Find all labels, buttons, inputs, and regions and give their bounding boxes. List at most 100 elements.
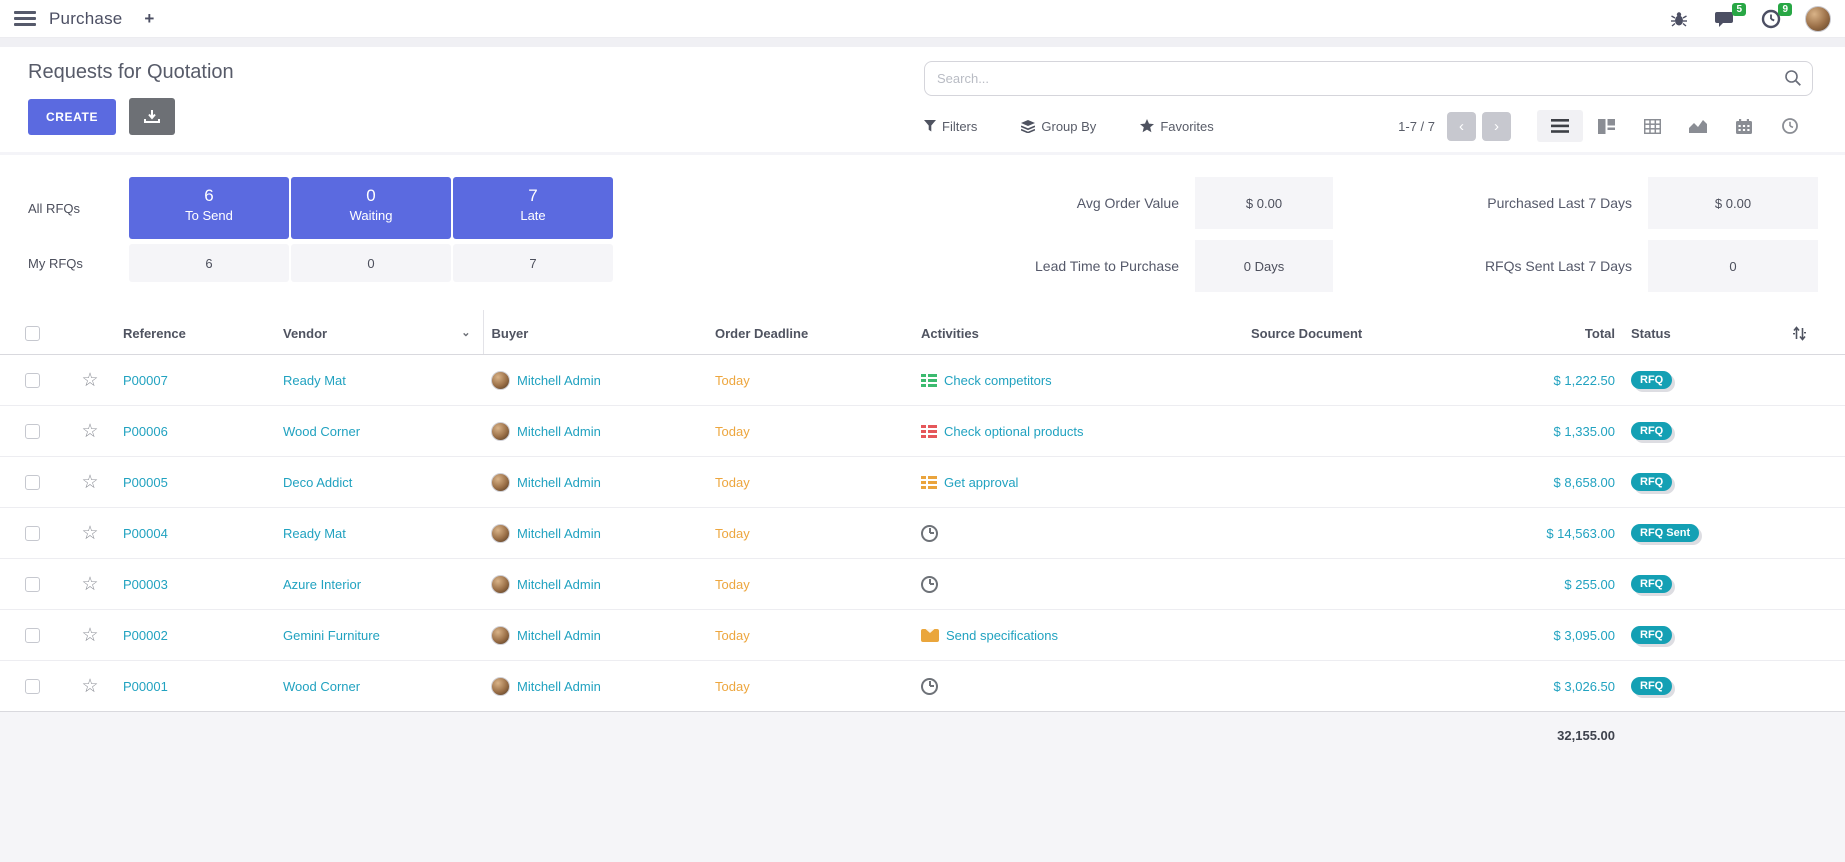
buyer-link[interactable]: Mitchell Admin (517, 577, 601, 592)
table-row[interactable]: ☆ P00005 Deco Addict Mitchell Admin Toda… (0, 457, 1845, 508)
row-checkbox[interactable] (25, 628, 40, 643)
filters-button[interactable]: Filters (924, 119, 977, 134)
favorite-star-icon[interactable]: ☆ (81, 676, 98, 697)
status-badge: RFQ (1631, 422, 1672, 440)
status-badge: RFQ (1631, 626, 1672, 644)
kanban-view-icon[interactable] (1583, 110, 1629, 142)
tile-my-to-send[interactable]: 6 (129, 244, 289, 282)
reference-link[interactable]: P00002 (123, 628, 168, 643)
pager-next-button[interactable]: › (1482, 112, 1511, 141)
buyer-avatar (491, 473, 510, 492)
favorites-button[interactable]: Favorites (1140, 119, 1213, 134)
vendor-column-header[interactable]: Vendor⌄ (275, 310, 483, 355)
buyer-column-header[interactable]: Buyer (483, 310, 707, 355)
activity-label[interactable]: Check optional products (944, 424, 1083, 439)
list-view-icon[interactable] (1537, 110, 1583, 142)
reference-link[interactable]: P00007 (123, 373, 168, 388)
late-label: Late (453, 208, 613, 223)
buyer-link[interactable]: Mitchell Admin (517, 424, 601, 439)
buyer-link[interactable]: Mitchell Admin (517, 373, 601, 388)
favorites-label: Favorites (1160, 119, 1213, 134)
activity-label[interactable]: Get approval (944, 475, 1018, 490)
row-checkbox[interactable] (25, 679, 40, 694)
create-button[interactable]: CREATE (28, 99, 116, 135)
page-title: Requests for Quotation (28, 61, 788, 84)
tile-waiting[interactable]: 0 Waiting (291, 177, 451, 239)
activity-view-icon[interactable] (1767, 110, 1813, 142)
buyer-link[interactable]: Mitchell Admin (517, 628, 601, 643)
table-row[interactable]: ☆ P00003 Azure Interior Mitchell Admin T… (0, 559, 1845, 610)
favorite-star-icon[interactable]: ☆ (81, 421, 98, 442)
calendar-view-icon[interactable] (1721, 110, 1767, 142)
table-row[interactable]: ☆ P00006 Wood Corner Mitchell Admin Toda… (0, 406, 1845, 457)
row-checkbox[interactable] (25, 577, 40, 592)
activity-label[interactable]: Send specifications (946, 628, 1058, 643)
envelope-activity-icon[interactable] (921, 629, 939, 642)
graph-view-icon[interactable] (1675, 110, 1721, 142)
row-checkbox[interactable] (25, 475, 40, 490)
activities-column-header[interactable]: Activities (913, 310, 1243, 355)
favorite-star-icon[interactable]: ☆ (81, 523, 98, 544)
search-box[interactable] (924, 61, 1813, 96)
row-checkbox[interactable] (25, 526, 40, 541)
vendor-link[interactable]: Wood Corner (283, 679, 360, 694)
vendor-link[interactable]: Ready Mat (283, 526, 346, 541)
tile-my-waiting[interactable]: 0 (291, 244, 451, 282)
reference-link[interactable]: P00001 (123, 679, 168, 694)
favorite-star-icon[interactable]: ☆ (81, 625, 98, 646)
clock-activity-icon[interactable] (921, 678, 938, 695)
vendor-link[interactable]: Gemini Furniture (283, 628, 380, 643)
reference-link[interactable]: P00004 (123, 526, 168, 541)
source-document-column-header[interactable]: Source Document (1243, 310, 1493, 355)
vendor-link[interactable]: Deco Addict (283, 475, 352, 490)
clock-activity-icon[interactable] (921, 525, 938, 542)
pivot-view-icon[interactable] (1629, 110, 1675, 142)
pager-previous-button[interactable]: ‹ (1447, 112, 1476, 141)
vendor-link[interactable]: Ready Mat (283, 373, 346, 388)
debug-bug-icon[interactable] (1667, 7, 1691, 31)
reference-link[interactable]: P00005 (123, 475, 168, 490)
search-icon[interactable] (1784, 69, 1802, 87)
tile-late[interactable]: 7 Late (453, 177, 613, 239)
table-row[interactable]: ☆ P00002 Gemini Furniture Mitchell Admin… (0, 610, 1845, 661)
new-tab-button[interactable]: + (144, 9, 154, 29)
buyer-link[interactable]: Mitchell Admin (517, 679, 601, 694)
tile-my-late[interactable]: 7 (453, 244, 613, 282)
apps-menu-icon[interactable] (14, 11, 36, 26)
activity-label[interactable]: Check competitors (944, 373, 1052, 388)
clock-activity-icon[interactable] (921, 576, 938, 593)
reference-column-header[interactable]: Reference (115, 310, 275, 355)
search-input[interactable] (937, 71, 1776, 86)
tile-to-send[interactable]: 6 To Send (129, 177, 289, 239)
activities-clock-icon[interactable]: 9 (1759, 7, 1783, 31)
list-orange-activity-icon[interactable] (921, 476, 937, 489)
group-by-button[interactable]: Group By (1021, 119, 1096, 134)
table-row[interactable]: ☆ P00004 Ready Mat Mitchell Admin Today … (0, 508, 1845, 559)
user-avatar[interactable] (1805, 6, 1831, 32)
total-value: $ 1,222.50 (1493, 355, 1623, 406)
select-all-checkbox[interactable] (25, 326, 40, 341)
reference-link[interactable]: P00003 (123, 577, 168, 592)
favorite-star-icon[interactable]: ☆ (81, 370, 98, 391)
app-name[interactable]: Purchase (49, 9, 122, 29)
status-column-header[interactable]: Status (1623, 310, 1753, 355)
favorite-star-icon[interactable]: ☆ (81, 472, 98, 493)
total-column-header[interactable]: Total (1493, 310, 1623, 355)
export-button[interactable] (129, 98, 175, 135)
vendor-link[interactable]: Wood Corner (283, 424, 360, 439)
list-red-activity-icon[interactable] (921, 425, 937, 438)
row-checkbox[interactable] (25, 373, 40, 388)
purchase-app-screen: Purchase + 5 9 Requests for Quotation CR… (0, 0, 1845, 862)
messages-icon[interactable]: 5 (1713, 7, 1737, 31)
order-deadline-column-header[interactable]: Order Deadline (707, 310, 913, 355)
favorite-star-icon[interactable]: ☆ (81, 574, 98, 595)
vendor-link[interactable]: Azure Interior (283, 577, 361, 592)
list-green-activity-icon[interactable] (921, 374, 937, 387)
row-checkbox[interactable] (25, 424, 40, 439)
buyer-link[interactable]: Mitchell Admin (517, 475, 601, 490)
buyer-link[interactable]: Mitchell Admin (517, 526, 601, 541)
reference-link[interactable]: P00006 (123, 424, 168, 439)
table-row[interactable]: ☆ P00007 Ready Mat Mitchell Admin Today … (0, 355, 1845, 406)
optional-columns-button[interactable] (1753, 310, 1845, 355)
table-row[interactable]: ☆ P00001 Wood Corner Mitchell Admin Toda… (0, 661, 1845, 712)
